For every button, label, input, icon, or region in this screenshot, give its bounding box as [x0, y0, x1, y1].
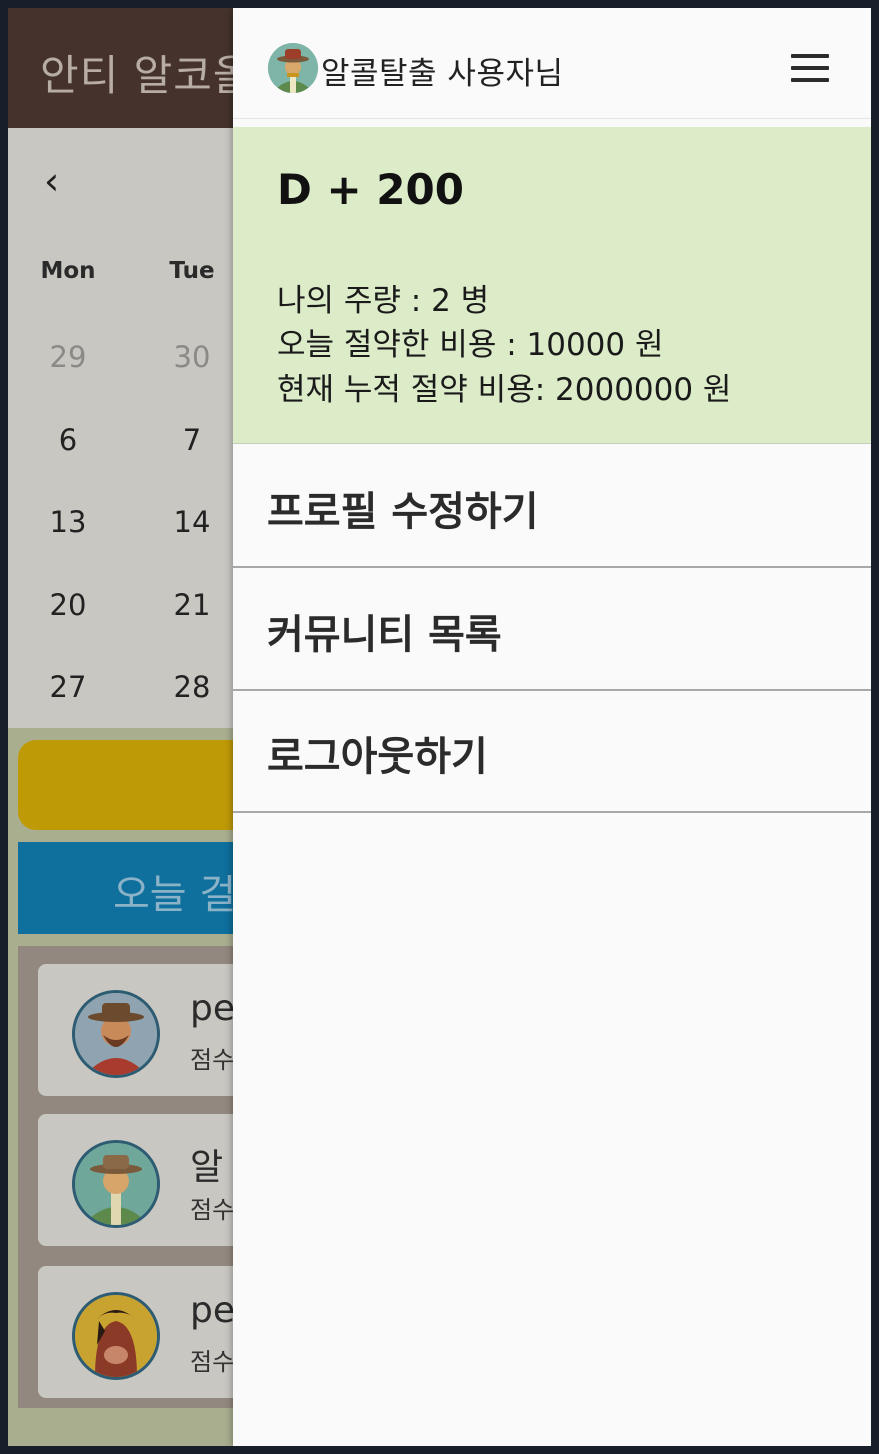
- list-item-score: 점수: [190, 1046, 235, 1074]
- calendar-day[interactable]: 13: [23, 505, 113, 539]
- today-banner-label: 오늘 걸: [113, 872, 237, 918]
- menu-item-edit-profile[interactable]: 프로필 수정하기: [233, 445, 871, 568]
- avatar: [72, 1140, 160, 1228]
- calendar-day[interactable]: 27: [23, 670, 113, 704]
- calendar-day[interactable]: 21: [147, 588, 237, 622]
- list-item-score: 점수: [190, 1196, 235, 1224]
- list-item-name: pe: [190, 988, 235, 1029]
- avatar: [72, 1292, 160, 1380]
- list-item-name: pe: [190, 1290, 235, 1331]
- avatar: [72, 990, 160, 1078]
- weekday-mon: Mon: [40, 258, 96, 284]
- saved-total: 현재 누적 절약 비용: 2000000 원: [277, 372, 732, 408]
- calendar-day[interactable]: 29: [23, 340, 113, 374]
- user-avatar-icon: [268, 43, 318, 93]
- calendar-day[interactable]: 30: [147, 340, 237, 374]
- user-name: 알콜탈출 사용자님: [321, 56, 564, 92]
- stats-panel: D + 200 나의 주량 : 2 병 오늘 절약한 비용 : 10000 원 …: [233, 127, 871, 444]
- navigation-drawer: 알콜탈출 사용자님 D + 200 나의 주량 : 2 병 오늘 절약한 비용 …: [233, 8, 871, 1446]
- menu-item-logout[interactable]: 로그아웃하기: [233, 690, 871, 813]
- calendar-day[interactable]: 14: [147, 505, 237, 539]
- chevron-left-icon[interactable]: ‹: [44, 162, 59, 200]
- calendar-day[interactable]: 6: [23, 423, 113, 457]
- app-title: 안티 알코올: [40, 51, 253, 100]
- menu-item-label: 커뮤니티 목록: [267, 612, 502, 658]
- drink-amount: 나의 주량 : 2 병: [277, 283, 490, 319]
- list-item-score: 점수: [190, 1348, 235, 1376]
- menu-item-label: 로그아웃하기: [267, 734, 488, 780]
- dday-counter: D + 200: [277, 165, 464, 214]
- calendar-day[interactable]: 28: [147, 670, 237, 704]
- calendar-day[interactable]: 7: [147, 423, 237, 457]
- weekday-tue: Tue: [169, 258, 215, 284]
- hamburger-menu-icon[interactable]: [789, 52, 831, 84]
- menu-item-community[interactable]: 커뮤니티 목록: [233, 568, 871, 691]
- drawer-header: 알콜탈출 사용자님: [233, 8, 871, 119]
- device-frame: 안티 알코올 ‹ Mon Tue 29 30 6 7 13 14 20 21 2…: [8, 8, 871, 1446]
- menu-item-label: 프로필 수정하기: [267, 489, 539, 535]
- saved-today: 오늘 절약한 비용 : 10000 원: [277, 327, 664, 363]
- calendar-day[interactable]: 20: [23, 588, 113, 622]
- list-item-name: 알: [190, 1147, 224, 1188]
